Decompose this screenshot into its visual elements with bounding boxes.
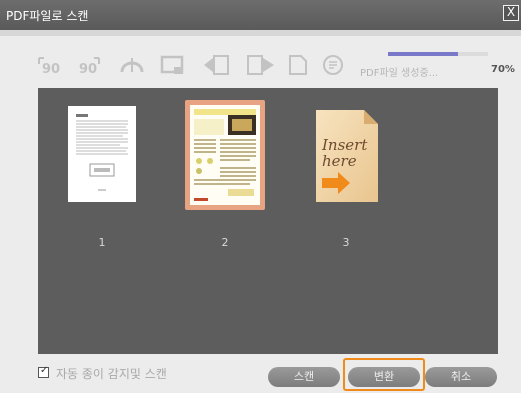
title-bar: PDF파일로 스캔 X [0, 0, 521, 30]
pdf-icon [322, 54, 344, 76]
cancel-button[interactable]: 취소 [425, 367, 497, 387]
page-prev-icon[interactable] [202, 54, 232, 76]
page-thumbnails-panel: 1 2 Insert here 3 [38, 88, 498, 354]
page-number: 3 [342, 236, 350, 249]
auto-scan-checkbox[interactable] [38, 365, 49, 378]
title-divider [0, 30, 521, 36]
crop-icon[interactable] [160, 54, 186, 76]
insert-page-placeholder: Insert here [308, 106, 382, 206]
progress-label: PDF파일 생성중... [360, 68, 439, 79]
insert-text-line2: here [322, 152, 357, 170]
window-title: PDF파일로 스캔 [6, 9, 89, 23]
progress-percent: 70% [491, 64, 515, 75]
rotate-right-90-icon[interactable]: 90 [76, 54, 102, 76]
progress-bar [388, 52, 458, 56]
page-next-icon[interactable] [246, 54, 276, 76]
close-button[interactable]: X [503, 5, 519, 21]
document-page-preview [68, 106, 136, 202]
brochure-page-preview [190, 105, 260, 205]
progress: PDF파일 생성중... [360, 52, 500, 82]
page-number: 1 [98, 236, 106, 249]
bottom-bar: 자동 종이 감지및 스캔 스캔 변환 취소 [0, 358, 521, 393]
svg-text:90: 90 [79, 62, 97, 76]
progress-track [388, 52, 488, 56]
svg-text:90: 90 [42, 62, 60, 76]
scan-button[interactable]: 스캔 [268, 367, 340, 387]
toolbar: 90 90 PDF파일 생성중... 70% [36, 44, 515, 92]
convert-button[interactable]: 변환 [348, 367, 420, 387]
auto-scan-label: 자동 종이 감지및 스캔 [56, 367, 167, 381]
flip-icon[interactable] [118, 54, 146, 76]
rotate-left-90-icon[interactable]: 90 [36, 54, 62, 76]
page-number: 2 [221, 236, 229, 249]
blank-page-icon[interactable] [288, 54, 308, 76]
